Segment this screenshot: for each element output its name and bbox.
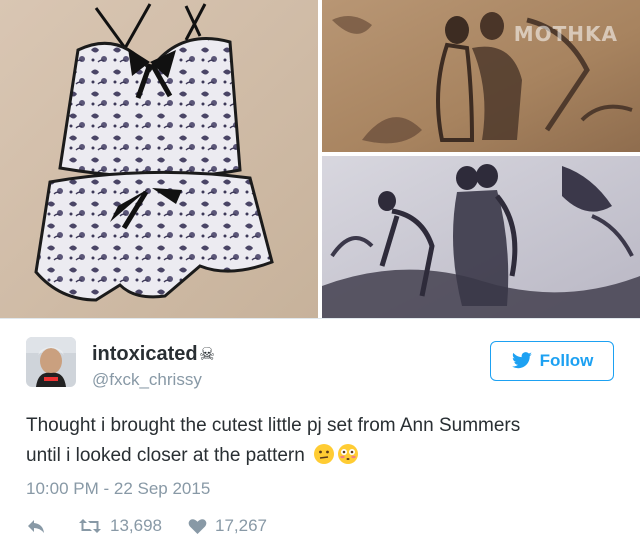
flushed-face-emoji [337,444,358,464]
reply-icon [28,520,44,533]
heart-icon [188,518,207,534]
tweet-text-line-2: until i looked closer at the pattern [26,441,616,471]
tweet-actions: 13,698 17,267 [26,515,267,537]
skull-crossbones-icon: ☠ [199,344,216,365]
retweet-icon [79,519,101,533]
twitter-bird-icon [511,352,532,369]
user-handle[interactable]: @fxck_chrissy [92,370,202,390]
tweet-text: Thought i brought the cutest little pj s… [26,411,616,471]
photo-collage: MOTHKA [0,0,640,318]
like-count: 17,267 [215,516,267,535]
tweet-text-line-1: Thought i brought the cutest little pj s… [26,415,521,436]
watermark-text: MOTHKA [513,22,618,46]
follow-button[interactable]: Follow [490,341,614,381]
retweet-count: 13,698 [110,516,162,535]
display-name[interactable]: intoxicated [92,343,198,366]
confused-face-emoji [313,444,334,464]
reply-button[interactable] [26,518,46,534]
avatar[interactable] [26,337,76,387]
tweet-text-line-2-content: until i looked closer at the pattern [26,445,305,466]
follow-button-label: Follow [539,351,594,370]
like-button[interactable]: 17,267 [188,516,267,536]
tweet-card: intoxicated ☠ @fxck_chrissy Follow Thoug… [0,318,640,557]
pajama-set-photo[interactable] [0,0,318,318]
tweet-timestamp[interactable]: 10:00 PM - 22 Sep 2015 [26,479,210,499]
pattern-closeup-photo-2[interactable] [322,156,640,318]
retweet-button[interactable]: 13,698 [78,516,162,536]
pattern-closeup-photo-1[interactable]: MOTHKA [322,0,640,152]
